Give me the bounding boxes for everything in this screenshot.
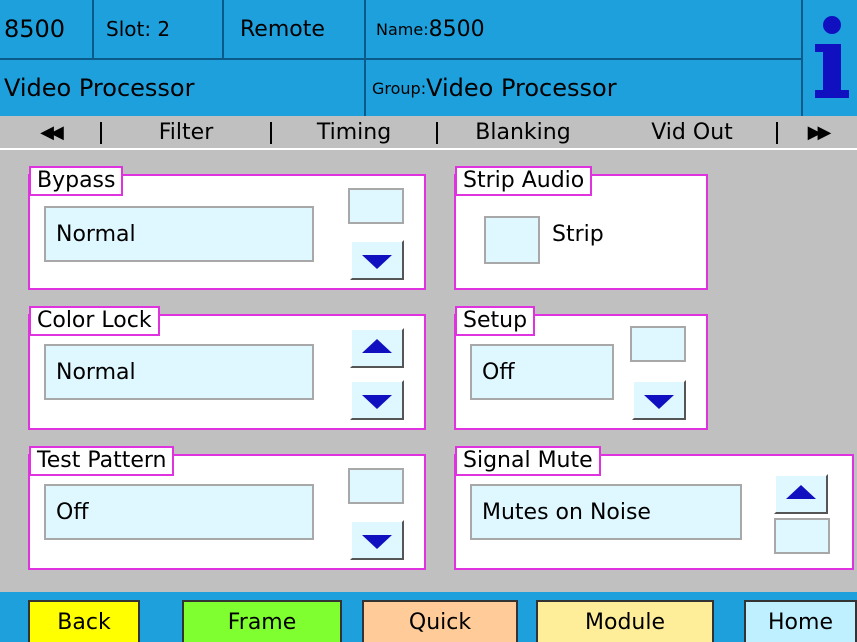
module-button[interactable]: Module — [536, 600, 714, 642]
bypass-down-button[interactable] — [350, 240, 404, 280]
signal-mute-value[interactable]: Mutes on Noise — [470, 484, 742, 540]
test-pattern-up-button[interactable] — [348, 468, 404, 504]
mode-label: Remote — [224, 0, 364, 58]
color-lock-group: Color Lock Normal — [28, 306, 426, 430]
color-lock-title: Color Lock — [29, 306, 160, 336]
strip-label: Strip — [552, 222, 604, 247]
color-lock-down-button[interactable] — [350, 380, 404, 420]
group-value: Video Processor — [426, 74, 617, 102]
arrow-down-icon — [362, 395, 392, 409]
group-label: Group: — [372, 78, 427, 98]
arrow-down-icon — [644, 395, 674, 409]
tab-vid-out[interactable]: Vid Out — [608, 116, 776, 148]
arrow-down-icon — [362, 535, 392, 549]
back-button[interactable]: Back — [28, 600, 140, 642]
color-lock-up-button[interactable] — [350, 328, 404, 368]
color-lock-value[interactable]: Normal — [44, 344, 314, 400]
signal-mute-title: Signal Mute — [455, 446, 601, 476]
tab-filter[interactable]: Filter — [102, 116, 270, 148]
test-pattern-title: Test Pattern — [29, 446, 175, 476]
setup-title: Setup — [455, 306, 536, 336]
frame-button[interactable]: Frame — [182, 600, 342, 642]
home-button[interactable]: Home — [744, 600, 857, 642]
tab-strip: ◀◀ Filter Timing Blanking Vid Out ▶▶ — [0, 116, 857, 150]
tab-blanking[interactable]: Blanking — [438, 116, 608, 148]
product-label: Video Processor — [0, 60, 364, 116]
bypass-group: Bypass Normal — [28, 166, 426, 290]
setup-down-button[interactable] — [632, 380, 686, 420]
test-pattern-value[interactable]: Off — [44, 484, 314, 540]
signal-mute-down-button[interactable] — [774, 518, 830, 554]
test-pattern-down-button[interactable] — [350, 520, 404, 560]
strip-checkbox[interactable] — [484, 216, 540, 264]
test-pattern-group: Test Pattern Off — [28, 446, 426, 570]
bypass-value[interactable]: Normal — [44, 206, 314, 262]
setup-up-button[interactable] — [630, 326, 686, 362]
name-value: 8500 — [428, 16, 485, 42]
arrow-up-icon — [786, 485, 816, 499]
strip-audio-title: Strip Audio — [455, 166, 593, 196]
info-icon[interactable] — [803, 0, 857, 116]
setup-group: Setup Off — [454, 306, 708, 430]
tab-prev-button[interactable]: ◀◀ — [0, 116, 100, 148]
model-label: 8500 — [0, 0, 92, 58]
slot-label: Slot: 2 — [94, 0, 222, 58]
tab-timing[interactable]: Timing — [272, 116, 436, 148]
arrow-up-icon — [362, 339, 392, 353]
tab-next-button[interactable]: ▶▶ — [778, 116, 857, 148]
name-label: Name: — [376, 19, 429, 39]
signal-mute-group: Signal Mute Mutes on Noise — [454, 446, 854, 570]
group-field: Group: Video Processor — [366, 60, 801, 116]
name-field: Name: 8500 — [366, 0, 801, 58]
signal-mute-up-button[interactable] — [774, 474, 828, 514]
bypass-title: Bypass — [29, 166, 124, 196]
quick-button[interactable]: Quick — [362, 600, 518, 642]
strip-audio-group: Strip Audio Strip — [454, 166, 708, 290]
arrow-down-icon — [362, 255, 392, 269]
setup-value[interactable]: Off — [470, 344, 614, 400]
bypass-up-button[interactable] — [348, 188, 404, 224]
